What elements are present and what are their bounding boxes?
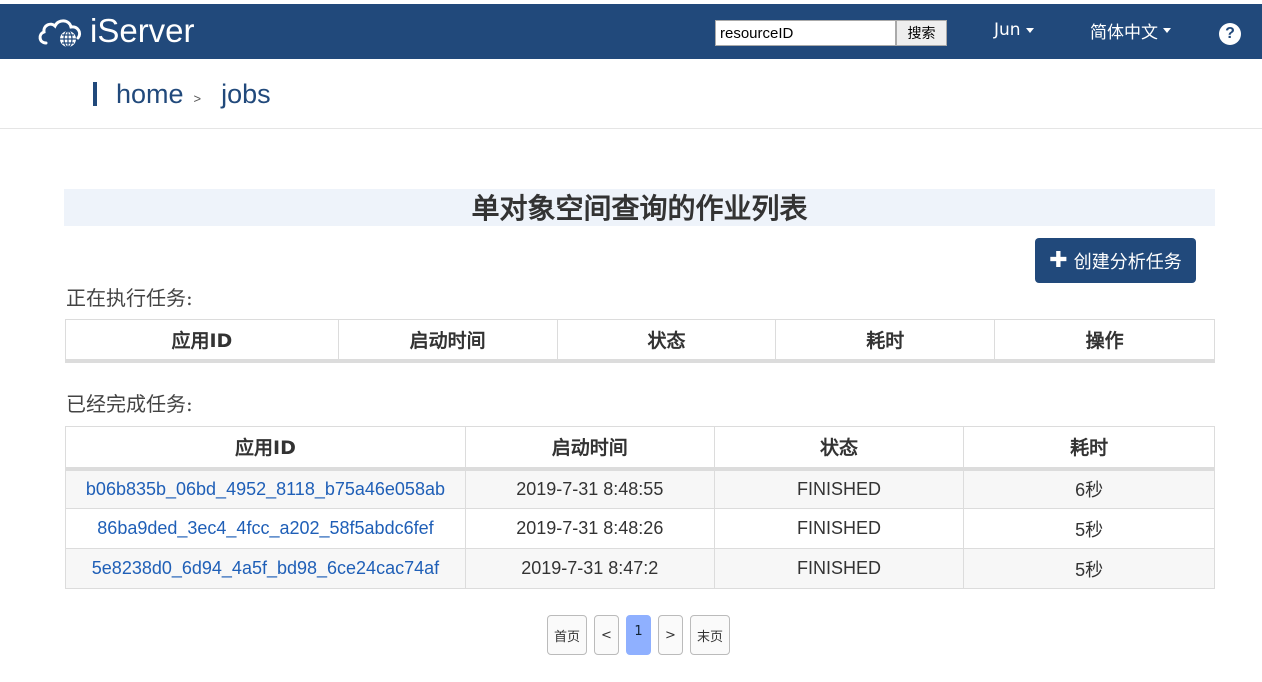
- plus-icon: ✚: [1049, 247, 1068, 273]
- current-page-button[interactable]: 1: [626, 615, 651, 655]
- breadcrumb: home > jobs: [93, 78, 271, 110]
- language-menu[interactable]: 简体中文: [1090, 16, 1171, 44]
- search-input[interactable]: [715, 20, 896, 46]
- next-page-button[interactable]: >: [658, 615, 683, 655]
- search-button[interactable]: 搜索: [896, 20, 947, 46]
- column-header: 应用ID: [65, 426, 466, 471]
- table-header-row: 应用ID 启动时间 状态 耗时 操作: [65, 319, 1215, 363]
- pagination: 首页 < 1 > 末页: [547, 615, 730, 655]
- finished-jobs-label: 已经完成任务:: [66, 392, 193, 416]
- create-analysis-job-button[interactable]: ✚ 创建分析任务: [1035, 238, 1196, 283]
- app-id-cell: b06b835b_06bd_4952_8118_b75a46e058ab: [65, 468, 466, 509]
- start-time-cell: 2019-7-31 8:47:2: [464, 548, 715, 589]
- column-header: 应用ID: [65, 319, 339, 363]
- table-header-row: 应用ID 启动时间 状态 耗时: [65, 426, 1215, 471]
- create-button-label: 创建分析任务: [1073, 251, 1182, 273]
- running-jobs-table: 应用ID 启动时间 状态 耗时 操作: [65, 319, 1215, 363]
- page-title: 单对象空间查询的作业列表: [471, 192, 808, 225]
- app-id-cell: 5e8238d0_6d94_4a5f_bd98_6ce24cac74af: [65, 548, 466, 589]
- header-divider: [0, 128, 1262, 129]
- app-id-link[interactable]: 86ba9ded_3ec4_4fcc_a202_58f5abdc6fef: [97, 518, 433, 538]
- elapsed-cell: 5秒: [963, 548, 1215, 589]
- status-cell: FINISHED: [713, 468, 965, 509]
- column-header: 操作: [994, 319, 1215, 363]
- app-id-cell: 86ba9ded_3ec4_4fcc_a202_58f5abdc6fef: [65, 508, 466, 549]
- start-time-cell: 2019-7-31 8:48:26: [464, 508, 715, 549]
- help-icon[interactable]: ?: [1219, 23, 1241, 45]
- column-header: 状态: [713, 426, 965, 471]
- elapsed-cell: 5秒: [963, 508, 1215, 549]
- breadcrumb-home-link[interactable]: home: [116, 79, 184, 110]
- first-page-button[interactable]: 首页: [547, 615, 587, 655]
- column-header: 耗时: [963, 426, 1215, 471]
- previous-page-button[interactable]: <: [594, 615, 619, 655]
- language-label: 简体中文: [1090, 22, 1158, 43]
- chevron-down-icon: [1025, 27, 1034, 33]
- last-page-button[interactable]: 末页: [690, 615, 730, 655]
- breadcrumb-current[interactable]: jobs: [221, 79, 271, 110]
- status-cell: FINISHED: [713, 508, 965, 549]
- user-name: Jun: [994, 20, 1021, 40]
- app-id-link[interactable]: 5e8238d0_6d94_4a5f_bd98_6ce24cac74af: [92, 558, 439, 578]
- table-row: 86ba9ded_3ec4_4fcc_a202_58f5abdc6fef 201…: [65, 508, 1215, 549]
- running-jobs-label: 正在执行任务:: [66, 286, 193, 310]
- cloud-globe-icon: [38, 19, 82, 48]
- app-id-link[interactable]: b06b835b_06bd_4952_8118_b75a46e058ab: [86, 479, 445, 499]
- logo-text: iServer: [90, 12, 195, 49]
- column-header: 耗时: [775, 319, 996, 363]
- chevron-down-icon: [1163, 27, 1171, 33]
- table-row: b06b835b_06bd_4952_8118_b75a46e058ab 201…: [65, 468, 1215, 509]
- column-header: 状态: [556, 319, 777, 363]
- table-row: 5e8238d0_6d94_4a5f_bd98_6ce24cac74af 201…: [65, 548, 1215, 589]
- user-menu[interactable]: Jun: [994, 16, 1034, 44]
- breadcrumb-separator: >: [193, 90, 202, 106]
- start-time-cell: 2019-7-31 8:48:55: [464, 468, 715, 509]
- top-navbar: iServer 搜索 Jun 简体中文 ?: [0, 4, 1262, 59]
- finished-jobs-table: 应用ID 启动时间 状态 耗时 b06b835b_06bd_4952_8118_…: [65, 426, 1215, 589]
- column-header: 启动时间: [337, 319, 558, 363]
- iserver-logo[interactable]: iServer: [36, 10, 195, 54]
- column-header: 启动时间: [464, 426, 715, 471]
- breadcrumb-marker: [93, 82, 97, 106]
- elapsed-cell: 6秒: [963, 468, 1215, 509]
- status-cell: FINISHED: [713, 548, 965, 589]
